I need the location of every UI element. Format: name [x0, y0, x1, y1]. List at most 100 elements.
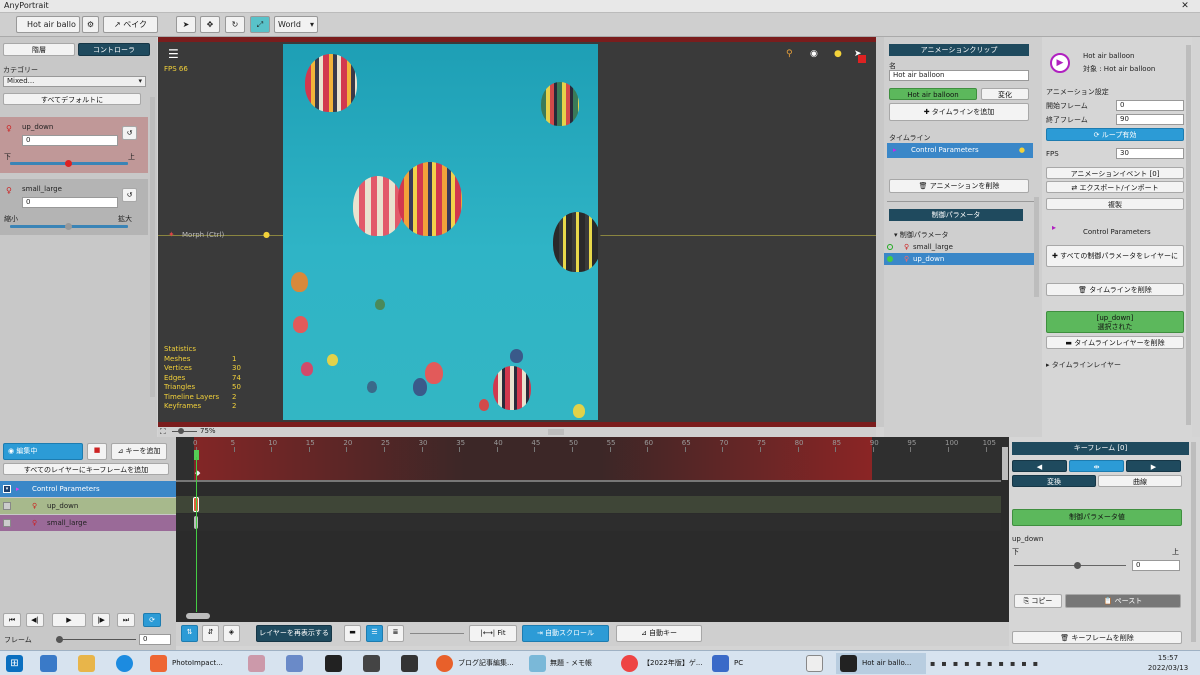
tree-item-up-down[interactable]: ♀ up_down — [884, 253, 1034, 265]
param-slider-knob[interactable] — [1074, 562, 1081, 569]
duplicate-button[interactable]: 複製 — [1046, 198, 1184, 210]
frame-slider[interactable] — [56, 639, 136, 640]
frame-input[interactable]: 0 — [139, 634, 171, 645]
track-up-down[interactable] — [176, 496, 1001, 513]
delete-timeline-layer-button[interactable]: ▬ タイムラインレイヤーを削除 — [1046, 336, 1184, 349]
keyframe-scrollbar[interactable] — [1191, 442, 1196, 642]
transform-button[interactable]: 変化 — [981, 88, 1029, 100]
gear-icon[interactable]: ⚙ — [82, 16, 99, 33]
clip-button[interactable]: Hot air balloon — [889, 88, 977, 100]
clock[interactable]: 15:57 2022/03/13 — [1140, 653, 1196, 673]
timeline[interactable]: 0 5 10 15 20 25 30 35 40 45 50 55 60 65 70 75 80 85 90 95 10… — [176, 437, 1009, 622]
timeline-layer-section[interactable]: ▸ タイムラインレイヤー — [1046, 360, 1121, 370]
app-icon[interactable] — [286, 655, 303, 672]
select-tool-icon[interactable]: ➤ — [176, 16, 196, 33]
row-medium-icon[interactable]: ☰ — [366, 625, 383, 642]
paint-icon[interactable] — [248, 655, 265, 672]
last-frame-icon[interactable]: ⏭ — [117, 613, 135, 627]
file-select[interactable]: Hot air ballo — [16, 16, 80, 33]
windows-start-icon[interactable]: ⊞ — [6, 655, 23, 672]
left-scrollbar[interactable] — [150, 97, 155, 397]
delete-animation-button[interactable]: 🗑 アニメーションを削除 — [889, 179, 1029, 193]
tray-icons[interactable]: ▪▪▪▪▪▪▪▪▪▪ — [930, 659, 1130, 668]
param-slider-knob[interactable] — [65, 160, 72, 167]
editing-button[interactable]: ◉ 編集中 — [3, 443, 83, 460]
param-value-input[interactable]: 0 — [22, 135, 118, 146]
category-dropdown[interactable]: Mixed... ▾ — [3, 76, 146, 87]
folder-icon[interactable] — [78, 655, 95, 672]
all-params-to-layer-button[interactable]: ✚ すべての制御パラメータをレイヤーに — [1046, 245, 1184, 267]
add-timeline-button[interactable]: ✚ タイムラインを追加 — [889, 103, 1029, 121]
viewport[interactable]: ☰ FPS 66 ⚲ ◉ ● ➤ ✦ Morph (Ctrl) ● Statis… — [158, 37, 876, 427]
keyframe-all-layers-button[interactable]: すべてのレイヤーにキーフレームを追加 — [3, 463, 169, 475]
taskbar-item[interactable]: PhotoImpact... — [172, 654, 223, 673]
zoom-slider[interactable] — [172, 431, 197, 432]
layer-row-up-down[interactable]: ♀ up_down — [0, 498, 176, 514]
reset-icon[interactable]: ↺ — [122, 126, 137, 140]
timeline-item[interactable]: ▸ Control Parameters ● — [887, 143, 1033, 158]
right-scrollbar[interactable] — [1186, 45, 1191, 425]
bake-button[interactable]: ↗ ベイク — [103, 16, 158, 33]
zoom-knob[interactable] — [178, 428, 184, 434]
param-value-input[interactable]: 0 — [1132, 560, 1180, 571]
move-tool-icon[interactable]: ✥ — [200, 16, 220, 33]
scale-tool-icon[interactable]: ⤢ — [250, 16, 270, 33]
delete-keyframe-button[interactable]: 🗑 キーフレームを削除 — [1012, 631, 1182, 644]
bone-icon[interactable]: ⚲ — [786, 49, 793, 59]
zoom-slider[interactable] — [410, 633, 464, 634]
play-icon[interactable]: ▶ — [52, 613, 86, 627]
tree-item-small-large[interactable]: ♀ small_large — [884, 241, 1034, 253]
clapper-icon[interactable] — [363, 655, 380, 672]
refresh-layers-button[interactable]: レイヤーを再表示する — [256, 625, 332, 642]
visibility-dot-icon[interactable] — [887, 244, 893, 250]
space-dropdown[interactable]: World ▾ — [274, 16, 318, 33]
all-default-button[interactable]: すべてデフォルトに — [3, 93, 141, 105]
record-lock-icon[interactable]: ■ — [87, 443, 107, 460]
param-value-input[interactable]: 0 — [22, 197, 118, 208]
firefox-icon[interactable] — [436, 655, 453, 672]
layer-sort-icon[interactable]: ⇵ — [202, 625, 219, 642]
timeline-h-scrollbar[interactable] — [186, 613, 210, 619]
pc-icon[interactable] — [712, 655, 729, 672]
track-small-large[interactable] — [176, 514, 1001, 531]
animation-event-button[interactable]: アニメーションイベント [0] — [1046, 167, 1184, 179]
edge-icon[interactable] — [116, 655, 133, 672]
fit-button[interactable]: |⟷| Fit — [469, 625, 517, 642]
first-frame-icon[interactable]: ⏮ — [3, 613, 21, 627]
close-icon[interactable]: ✕ — [1170, 0, 1200, 13]
layers-icon[interactable]: ◈ — [223, 625, 240, 642]
bulb-icon[interactable]: ● — [834, 49, 842, 59]
auto-scroll-button[interactable]: ⇥ 自動スクロール — [522, 625, 609, 642]
tab-hierarchy[interactable]: 階層 — [3, 43, 75, 56]
loop-button[interactable]: ⟳ ループ有効 — [1046, 128, 1184, 141]
loop-icon[interactable]: ⟳ — [143, 613, 161, 627]
eye-icon[interactable]: ◉ — [810, 49, 818, 59]
auto-key-button[interactable]: ⊿ 自動キー — [616, 625, 702, 642]
export-import-button[interactable]: ⇄ エクスポート/インポート — [1046, 181, 1184, 193]
taskbar-item[interactable]: PC — [734, 654, 743, 673]
photoimpact-icon[interactable] — [150, 655, 167, 672]
next-keyframe-icon[interactable]: ▶ — [1126, 460, 1181, 472]
tab-controller[interactable]: コントローラ — [78, 43, 150, 56]
checkbox-icon[interactable] — [3, 519, 11, 527]
clip-name-input[interactable]: Hot air balloon — [889, 70, 1029, 81]
visibility-dot-icon[interactable] — [887, 256, 893, 262]
active-task[interactable]: Hot air ballo... — [836, 653, 926, 674]
layer-row-small-large[interactable]: ♀ small_large — [0, 515, 176, 531]
tab-transform[interactable]: 変換 — [1012, 475, 1096, 487]
tree-root[interactable]: ▾ 制御パラメータ — [894, 230, 949, 240]
notepad-icon[interactable] — [529, 655, 546, 672]
rotate-tool-icon[interactable]: ↻ — [225, 16, 245, 33]
layer-row-control-params[interactable]: ▾ ▸ Control Parameters — [0, 481, 176, 497]
next-frame-icon[interactable]: |▶ — [92, 613, 110, 627]
row-large-icon[interactable]: ≣ — [387, 625, 404, 642]
unity-icon[interactable] — [401, 655, 418, 672]
taskbar-item[interactable]: ブログ記事編集... — [458, 654, 514, 673]
center-keyframe-icon[interactable]: ⇹ — [1069, 460, 1124, 472]
checkbox-icon[interactable] — [3, 502, 11, 510]
delete-timeline-button[interactable]: 🗑 タイムラインを削除 — [1046, 283, 1184, 296]
row-small-icon[interactable]: ▬ — [344, 625, 361, 642]
prev-frame-icon[interactable]: ◀| — [26, 613, 44, 627]
start-frame-input[interactable]: 0 — [1116, 100, 1184, 111]
add-key-button[interactable]: ⊿ キーを追加 — [111, 443, 167, 460]
